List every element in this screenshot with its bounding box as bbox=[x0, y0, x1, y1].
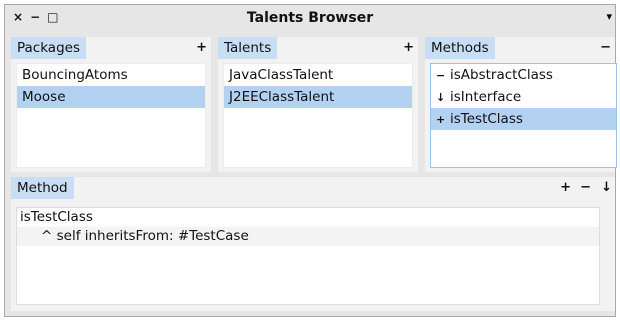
code-line-body[interactable]: ^ self inheritsFrom: #TestCase bbox=[17, 227, 599, 246]
method-pane: Method + − ↓ isTestClass ^ self inherits… bbox=[11, 177, 615, 311]
list-item-bouncingatoms[interactable]: BouncingAtoms bbox=[17, 64, 205, 86]
tab-packages[interactable]: Packages bbox=[11, 37, 86, 59]
method-label: isInterface bbox=[450, 89, 522, 105]
packages-list[interactable]: BouncingAtoms Moose bbox=[16, 63, 206, 168]
arrow-down-icon: ↓ bbox=[436, 91, 446, 104]
add-marker-icon: + bbox=[436, 113, 446, 126]
method-label: isAbstractClass bbox=[450, 67, 553, 83]
remove-method-button[interactable]: − bbox=[600, 37, 611, 59]
list-item-javaclasstalent[interactable]: JavaClassTalent bbox=[224, 64, 412, 86]
methods-list[interactable]: − isAbstractClass ↓ isInterface + isTestCla… bbox=[430, 63, 617, 168]
list-item-istestclass[interactable]: + isTestClass bbox=[431, 108, 616, 130]
packages-pane: Packages + BouncingAtoms Moose bbox=[11, 37, 211, 172]
add-method-button[interactable]: + bbox=[560, 177, 571, 199]
window-title: Talents Browser bbox=[246, 10, 374, 26]
title-bar[interactable]: × − □ Talents Browser ▾ bbox=[5, 5, 615, 32]
add-package-button[interactable]: + bbox=[196, 37, 207, 59]
code-line-selector[interactable]: isTestClass bbox=[17, 208, 599, 227]
method-label: isTestClass bbox=[450, 111, 523, 127]
remove-marker-icon: − bbox=[436, 69, 446, 82]
list-item-isabstractclass[interactable]: − isAbstractClass bbox=[431, 64, 616, 86]
list-item-j2eeclasstalent[interactable]: J2EEClassTalent bbox=[224, 86, 412, 108]
remove-method-source-button[interactable]: − bbox=[580, 177, 591, 199]
talents-browser-window: × − □ Talents Browser ▾ Packages + Bounc… bbox=[4, 4, 617, 317]
methods-pane: Methods − − isAbstractClass ↓ isInterface … bbox=[425, 37, 617, 172]
list-item-isinterface[interactable]: ↓ isInterface bbox=[431, 86, 616, 108]
method-source-editor[interactable]: isTestClass ^ self inheritsFrom: #TestCa… bbox=[16, 207, 600, 305]
add-talent-button[interactable]: + bbox=[403, 37, 414, 59]
talents-pane: Talents + JavaClassTalent J2EEClassTalen… bbox=[218, 37, 418, 172]
tab-talents[interactable]: Talents bbox=[218, 37, 278, 59]
window-menu-icon[interactable]: ▾ bbox=[606, 10, 612, 23]
push-down-button[interactable]: ↓ bbox=[601, 177, 612, 199]
list-item-moose[interactable]: Moose bbox=[17, 86, 205, 108]
tab-method[interactable]: Method bbox=[11, 177, 74, 199]
tab-methods[interactable]: Methods bbox=[425, 37, 495, 59]
talents-list[interactable]: JavaClassTalent J2EEClassTalent bbox=[223, 63, 413, 168]
